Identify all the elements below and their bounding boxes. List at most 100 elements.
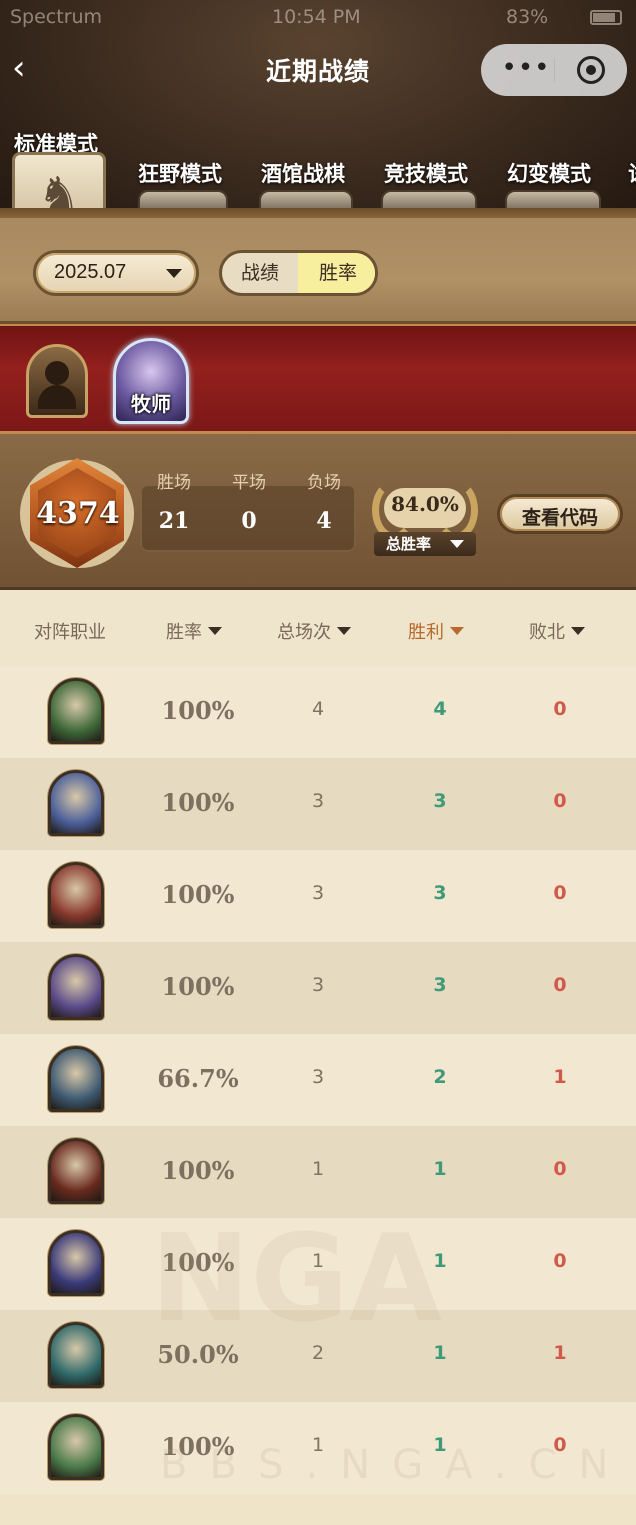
winrate-badge: 84.0% 总胜率 [370, 474, 480, 560]
total-winrate: 84.0% [391, 492, 459, 516]
winrate-dropdown[interactable]: 总胜率 [374, 532, 476, 556]
col-total-sort[interactable]: 总场次 [277, 618, 351, 644]
opponent-class-portrait [48, 770, 104, 836]
table-row[interactable]: 100% 3 3 0 [0, 942, 636, 1034]
row-winrate: 100% [161, 1432, 235, 1461]
draws-header: 平场 [232, 473, 266, 493]
class-selector: 牧师 [0, 324, 636, 434]
row-wins: 3 [433, 882, 447, 904]
row-total: 4 [311, 698, 325, 720]
carrier-name: Spectrum [10, 6, 103, 28]
table-row[interactable]: 100% 1 1 0 [0, 1402, 636, 1494]
tab-more-label: 试 [628, 162, 636, 186]
wins-header: 胜场 [157, 473, 191, 493]
col-losses-label: 败北 [529, 622, 565, 643]
table-row[interactable]: 100% 3 3 0 [0, 850, 636, 942]
row-losses: 0 [553, 974, 567, 996]
tab-arena[interactable]: 竞技模式 [384, 158, 468, 188]
tab-battlegrounds[interactable]: 酒馆战棋 [261, 158, 345, 188]
col-wins-sort[interactable]: 胜利 [408, 618, 464, 644]
toggle-winrate[interactable]: 胜率 [298, 253, 375, 293]
month-select[interactable]: 2025.07 [33, 250, 199, 296]
row-losses: 0 [553, 1434, 567, 1456]
stats-panel: 4374 胜场 平场 负场 21 0 4 84.0% 总胜率 查看代码 [0, 434, 636, 590]
col-opponent-class: 对阵职业 [34, 618, 106, 644]
winrate-label: 总胜率 [386, 535, 432, 553]
opponent-class-portrait [48, 1414, 104, 1480]
row-wins: 1 [433, 1250, 447, 1272]
wild-mode-icon [138, 190, 228, 212]
row-losses: 0 [553, 698, 567, 720]
twist-mode-icon [505, 190, 601, 212]
tab-twist[interactable]: 幻变模式 [507, 158, 591, 188]
table-row[interactable]: 66.7% 3 2 1 [0, 1034, 636, 1126]
view-code-label: 查看代码 [521, 507, 598, 529]
status-bar: Spectrum 10:54 PM 83% [0, 4, 636, 30]
row-winrate: 100% [161, 696, 235, 725]
rating-value: 4374 [36, 496, 120, 531]
battery-icon [590, 10, 622, 25]
row-winrate: 50.0% [157, 1340, 239, 1369]
col-wins-label: 胜利 [408, 622, 444, 643]
standard-mode-icon[interactable]: ♞ [12, 152, 106, 218]
col-losses-sort[interactable]: 败北 [529, 618, 585, 644]
row-wins: 1 [433, 1158, 447, 1180]
priest-class-portrait[interactable]: 牧师 [113, 338, 189, 424]
opponent-class-portrait [48, 954, 104, 1020]
row-winrate: 100% [161, 972, 235, 1001]
battery-percent: 83% [506, 6, 549, 28]
row-losses: 0 [553, 882, 567, 904]
sort-caret-icon [208, 627, 222, 635]
row-winrate: 66.7% [157, 1064, 239, 1093]
tab-wild[interactable]: 狂野模式 [138, 158, 222, 188]
table-row[interactable]: 100% 3 3 0 [0, 758, 636, 850]
row-total: 3 [311, 974, 325, 996]
wins-value: 21 [158, 508, 190, 534]
row-losses: 0 [553, 790, 567, 812]
tab-wild-label: 狂野模式 [138, 162, 222, 186]
class-label: 牧师 [131, 392, 171, 416]
chevron-down-icon [450, 540, 464, 548]
losses-header: 负场 [307, 473, 341, 493]
opponent-class-portrait [48, 1046, 104, 1112]
opponent-class-portrait [48, 678, 104, 744]
mode-tabs: 标准模式 ♞ 狂野模式 酒馆战棋 竞技模式 幻变模式 试 [0, 122, 636, 218]
arena-mode-icon [381, 190, 477, 212]
opponent-class-portrait [48, 1322, 104, 1388]
opponent-class-portrait [48, 862, 104, 928]
row-losses: 1 [553, 1342, 567, 1364]
row-wins: 1 [433, 1342, 447, 1364]
close-miniapp-icon[interactable] [577, 56, 605, 84]
table-row[interactable]: 100% 4 4 0 [0, 666, 636, 758]
sort-caret-icon [337, 627, 351, 635]
row-total: 2 [311, 1342, 325, 1364]
row-total: 1 [311, 1158, 325, 1180]
col-winrate-sort[interactable]: 胜率 [166, 618, 222, 644]
tab-twist-label: 幻变模式 [507, 162, 591, 186]
col-opponent-class-label: 对阵职业 [34, 622, 106, 643]
row-winrate: 100% [161, 880, 235, 909]
row-total: 3 [311, 882, 325, 904]
row-total: 1 [311, 1434, 325, 1456]
row-total: 3 [311, 790, 325, 812]
row-wins: 3 [433, 974, 447, 996]
draws-value: 0 [241, 508, 257, 534]
all-classes-icon[interactable] [26, 344, 88, 418]
row-total: 3 [311, 1066, 325, 1088]
sort-caret-icon [450, 627, 464, 635]
tab-arena-label: 竞技模式 [384, 162, 468, 186]
row-total: 1 [311, 1250, 325, 1272]
toggle-record[interactable]: 战绩 [222, 253, 298, 293]
table-row[interactable]: 100% 1 1 0 [0, 1218, 636, 1310]
col-total-label: 总场次 [277, 622, 331, 643]
col-winrate-label: 胜率 [166, 622, 202, 643]
view-code-button[interactable]: 查看代码 [497, 494, 623, 534]
table-row[interactable]: 100% 1 1 0 [0, 1126, 636, 1218]
tab-more[interactable]: 试 [628, 158, 636, 188]
status-time: 10:54 PM [272, 6, 361, 28]
row-wins: 1 [433, 1434, 447, 1456]
more-icon[interactable]: ••• [501, 54, 551, 86]
table-row[interactable]: 50.0% 2 1 1 [0, 1310, 636, 1402]
capsule-divider [554, 58, 555, 82]
opponent-class-portrait [48, 1138, 104, 1204]
